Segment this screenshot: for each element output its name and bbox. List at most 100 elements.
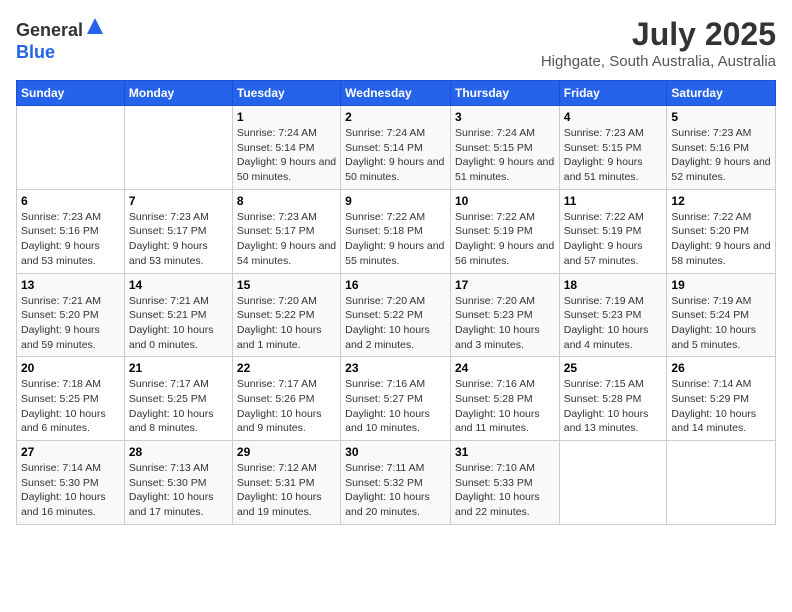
cell-details: Sunrise: 7:11 AMSunset: 5:32 PMDaylight:… [345,461,446,520]
cell-details: Sunrise: 7:16 AMSunset: 5:27 PMDaylight:… [345,377,446,436]
cell-details: Sunrise: 7:19 AMSunset: 5:24 PMDaylight:… [671,294,771,353]
calendar-cell [559,441,667,525]
weekday-header-tuesday: Tuesday [232,81,340,106]
weekday-header-row: SundayMondayTuesdayWednesdayThursdayFrid… [17,81,776,106]
cell-details: Sunrise: 7:20 AMSunset: 5:23 PMDaylight:… [455,294,555,353]
cell-details: Sunrise: 7:22 AMSunset: 5:19 PMDaylight:… [455,210,555,269]
day-number: 14 [129,278,228,292]
day-number: 11 [564,194,663,208]
calendar-cell: 2 Sunrise: 7:24 AMSunset: 5:14 PMDaylight… [341,106,451,190]
day-number: 1 [237,110,336,124]
day-number: 2 [345,110,446,124]
title-block: July 2025 Highgate, South Australia, Aus… [541,16,776,70]
weekday-header-sunday: Sunday [17,81,125,106]
calendar-cell [667,441,776,525]
calendar-cell: 31Sunrise: 7:10 AMSunset: 5:33 PMDayligh… [450,441,559,525]
cell-details: Sunrise: 7:19 AMSunset: 5:23 PMDaylight:… [564,294,663,353]
cell-details: Sunrise: 7:13 AMSunset: 5:30 PMDaylight:… [129,461,228,520]
day-number: 13 [21,278,120,292]
calendar-cell: 29Sunrise: 7:12 AMSunset: 5:31 PMDayligh… [232,441,340,525]
logo-general: General [16,20,83,40]
cell-details: Sunrise: 7:24 AMSunset: 5:14 PMDaylight:… [345,126,446,185]
logo: General Blue [16,16,105,63]
calendar-cell: 6 Sunrise: 7:23 AMSunset: 5:16 PMDaylight… [17,189,125,273]
calendar-week-4: 20 Sunrise: 7:18 AMSunset: 5:25 PMDayligh… [17,357,776,441]
calendar-cell: 15 Sunrise: 7:20 AMSunset: 5:22 PMDayligh… [232,273,340,357]
calendar-cell: 7 Sunrise: 7:23 AMSunset: 5:17 PMDaylight… [124,189,232,273]
calendar-cell: 17Sunrise: 7:20 AMSunset: 5:23 PMDayligh… [450,273,559,357]
day-number: 8 [237,194,336,208]
day-number: 27 [21,445,120,459]
calendar-cell: 18 Sunrise: 7:19 AMSunset: 5:23 PMDayligh… [559,273,667,357]
calendar-cell: 19 Sunrise: 7:19 AMSunset: 5:24 PMDayligh… [667,273,776,357]
day-number: 30 [345,445,446,459]
day-number: 15 [237,278,336,292]
cell-details: Sunrise: 7:16 AMSunset: 5:28 PMDaylight:… [455,377,555,436]
page-header: General Blue July 2025 Highgate, South A… [16,16,776,70]
page-subtitle: Highgate, South Australia, Australia [541,53,776,70]
day-number: 18 [564,278,663,292]
weekday-header-wednesday: Wednesday [341,81,451,106]
calendar-week-5: 27 Sunrise: 7:14 AMSunset: 5:30 PMDayligh… [17,441,776,525]
calendar-cell: 28 Sunrise: 7:13 AMSunset: 5:30 PMDayligh… [124,441,232,525]
day-number: 28 [129,445,228,459]
calendar-cell: 22Sunrise: 7:17 AMSunset: 5:26 PMDayligh… [232,357,340,441]
calendar-cell: 25Sunrise: 7:15 AMSunset: 5:28 PMDayligh… [559,357,667,441]
cell-details: Sunrise: 7:24 AMSunset: 5:15 PMDaylight:… [455,126,555,185]
cell-details: Sunrise: 7:23 AMSunset: 5:17 PMDaylight:… [129,210,228,269]
day-number: 16 [345,278,446,292]
calendar-cell [17,106,125,190]
weekday-header-monday: Monday [124,81,232,106]
cell-details: Sunrise: 7:20 AMSunset: 5:22 PMDaylight:… [345,294,446,353]
logo-icon [85,16,105,36]
day-number: 25 [564,361,663,375]
cell-details: Sunrise: 7:21 AMSunset: 5:21 PMDaylight:… [129,294,228,353]
cell-details: Sunrise: 7:20 AMSunset: 5:22 PMDaylight:… [237,294,336,353]
calendar-cell: 11Sunrise: 7:22 AMSunset: 5:19 PMDayligh… [559,189,667,273]
calendar-week-1: 1 Sunrise: 7:24 AMSunset: 5:14 PMDaylight… [17,106,776,190]
day-number: 10 [455,194,555,208]
calendar-cell: 10 Sunrise: 7:22 AMSunset: 5:19 PMDayligh… [450,189,559,273]
day-number: 29 [237,445,336,459]
day-number: 20 [21,361,120,375]
calendar-cell: 1 Sunrise: 7:24 AMSunset: 5:14 PMDaylight… [232,106,340,190]
calendar-cell [124,106,232,190]
calendar-cell: 14 Sunrise: 7:21 AMSunset: 5:21 PMDayligh… [124,273,232,357]
cell-details: Sunrise: 7:17 AMSunset: 5:25 PMDaylight:… [129,377,228,436]
cell-details: Sunrise: 7:23 AMSunset: 5:16 PMDaylight:… [21,210,120,269]
calendar-cell: 23 Sunrise: 7:16 AMSunset: 5:27 PMDayligh… [341,357,451,441]
day-number: 4 [564,110,663,124]
cell-details: Sunrise: 7:18 AMSunset: 5:25 PMDaylight:… [21,377,120,436]
calendar-cell: 12 Sunrise: 7:22 AMSunset: 5:20 PMDayligh… [667,189,776,273]
weekday-header-friday: Friday [559,81,667,106]
cell-details: Sunrise: 7:23 AMSunset: 5:16 PMDaylight:… [671,126,771,185]
day-number: 5 [671,110,771,124]
calendar-week-3: 13 Sunrise: 7:21 AMSunset: 5:20 PMDayligh… [17,273,776,357]
calendar-table: SundayMondayTuesdayWednesdayThursdayFrid… [16,80,776,525]
calendar-cell: 21 Sunrise: 7:17 AMSunset: 5:25 PMDayligh… [124,357,232,441]
cell-details: Sunrise: 7:23 AMSunset: 5:17 PMDaylight:… [237,210,336,269]
day-number: 21 [129,361,228,375]
day-number: 23 [345,361,446,375]
cell-details: Sunrise: 7:24 AMSunset: 5:14 PMDaylight:… [237,126,336,185]
cell-details: Sunrise: 7:23 AMSunset: 5:15 PMDaylight:… [564,126,663,185]
cell-details: Sunrise: 7:21 AMSunset: 5:20 PMDaylight:… [21,294,120,353]
day-number: 24 [455,361,555,375]
weekday-header-saturday: Saturday [667,81,776,106]
day-number: 3 [455,110,555,124]
page-title: July 2025 [541,16,776,53]
day-number: 7 [129,194,228,208]
cell-details: Sunrise: 7:22 AMSunset: 5:20 PMDaylight:… [671,210,771,269]
day-number: 6 [21,194,120,208]
calendar-cell: 24 Sunrise: 7:16 AMSunset: 5:28 PMDayligh… [450,357,559,441]
calendar-cell: 27 Sunrise: 7:14 AMSunset: 5:30 PMDayligh… [17,441,125,525]
day-number: 26 [671,361,771,375]
cell-details: Sunrise: 7:14 AMSunset: 5:29 PMDaylight:… [671,377,771,436]
day-number: 9 [345,194,446,208]
cell-details: Sunrise: 7:14 AMSunset: 5:30 PMDaylight:… [21,461,120,520]
calendar-cell: 30 Sunrise: 7:11 AMSunset: 5:32 PMDayligh… [341,441,451,525]
day-number: 12 [671,194,771,208]
day-number: 19 [671,278,771,292]
calendar-cell: 26 Sunrise: 7:14 AMSunset: 5:29 PMDayligh… [667,357,776,441]
cell-details: Sunrise: 7:17 AMSunset: 5:26 PMDaylight:… [237,377,336,436]
